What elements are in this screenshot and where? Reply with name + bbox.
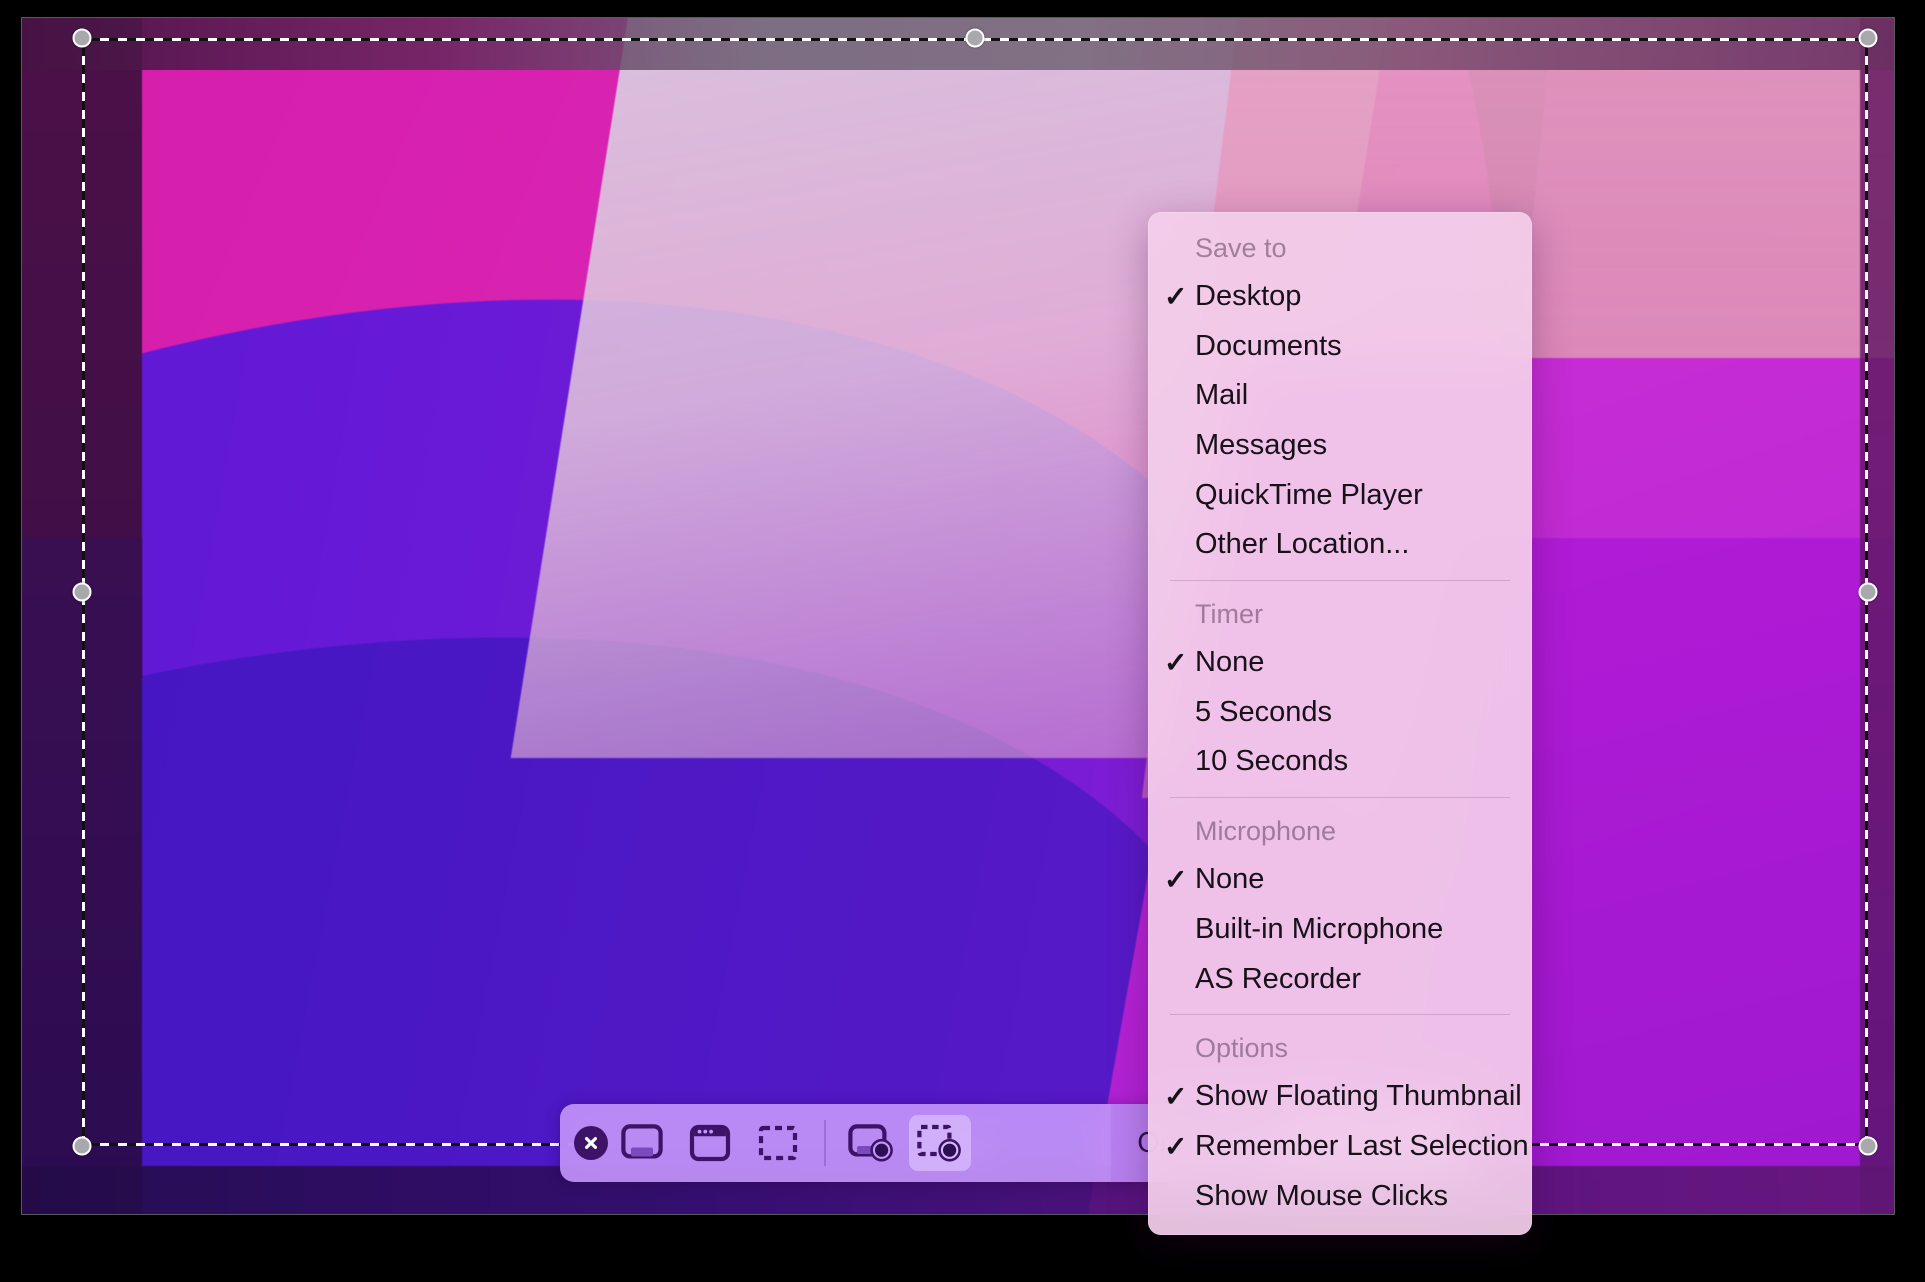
checkmark-icon: ✓ bbox=[1164, 280, 1188, 312]
menu-item-label: Messages bbox=[1195, 429, 1328, 462]
menu-item-label: 10 Seconds bbox=[1195, 745, 1349, 778]
wallpaper-top-strip bbox=[22, 18, 1894, 70]
menu-item[interactable]: ✓ Remember Last Selection bbox=[1148, 1122, 1532, 1172]
wallpaper-gutter-left-bottom bbox=[22, 538, 142, 1214]
desktop-wallpaper bbox=[22, 18, 1894, 1214]
menu-item-label: Show Mouse Clicks bbox=[1195, 1179, 1449, 1212]
menu-section-header: Options bbox=[1195, 1033, 1289, 1064]
menu-item-label: AS Recorder bbox=[1195, 962, 1362, 995]
close-icon bbox=[581, 1133, 601, 1153]
menu-item[interactable]: Messages bbox=[1148, 421, 1532, 471]
captured-display bbox=[22, 18, 1894, 1214]
menu-item[interactable]: Show Mouse Clicks bbox=[1148, 1172, 1532, 1222]
menu-item-label: Show Floating Thumbnail bbox=[1195, 1080, 1522, 1113]
checkmark-icon: ✓ bbox=[1164, 646, 1188, 678]
menu-item-label: Other Location... bbox=[1195, 528, 1410, 561]
menu-item[interactable]: 5 Seconds bbox=[1148, 688, 1532, 738]
checkmark-icon: ✓ bbox=[1164, 863, 1188, 895]
menu-item-label: Mail bbox=[1195, 379, 1249, 412]
menu-item[interactable]: Documents bbox=[1148, 322, 1532, 372]
menu-item-label: None bbox=[1195, 863, 1265, 896]
selection-dashed-icon bbox=[757, 1124, 799, 1162]
record-entire-screen-button[interactable] bbox=[841, 1115, 903, 1171]
menu-separator bbox=[1170, 579, 1510, 581]
menu-item-label: Built-in Microphone bbox=[1195, 912, 1444, 945]
capture-selected-window-button[interactable] bbox=[679, 1115, 741, 1171]
menu-item-label: Remember Last Selection bbox=[1195, 1130, 1529, 1163]
window-icon bbox=[689, 1124, 731, 1162]
menu-section-header: Save to bbox=[1195, 233, 1287, 263]
menu-item[interactable]: ✓ None bbox=[1148, 638, 1532, 688]
options-dropdown-menu: Save to ✓ Desktop Documents Mail Messages Quic… bbox=[1148, 212, 1532, 1236]
menu-item-label: Desktop bbox=[1195, 280, 1302, 313]
menu-item-label: QuickTime Player bbox=[1195, 478, 1423, 511]
menu-item[interactable]: Mail bbox=[1148, 371, 1532, 421]
menu-item-label: None bbox=[1195, 646, 1265, 679]
menu-item[interactable]: AS Recorder bbox=[1148, 955, 1532, 1005]
record-selection-icon bbox=[916, 1123, 964, 1163]
record-selected-portion-button[interactable] bbox=[908, 1115, 971, 1171]
record-screen-icon bbox=[847, 1123, 896, 1163]
checkmark-icon: ✓ bbox=[1164, 1130, 1188, 1162]
menu-section-header: Timer bbox=[1195, 598, 1263, 629]
capture-entire-screen-button[interactable] bbox=[611, 1115, 673, 1171]
menu-separator bbox=[1170, 1014, 1510, 1016]
menu-item[interactable]: ✓ Desktop bbox=[1148, 272, 1532, 322]
menu-section-header: Microphone bbox=[1195, 816, 1337, 847]
menu-item[interactable]: 10 Seconds bbox=[1148, 737, 1532, 787]
menu-item[interactable]: ✓ None bbox=[1148, 855, 1532, 905]
menu-item[interactable]: ✓ Show Floating Thumbnail bbox=[1148, 1072, 1532, 1122]
close-button[interactable] bbox=[574, 1126, 608, 1160]
menu-item[interactable]: QuickTime Player bbox=[1148, 471, 1532, 521]
entire-screen-icon bbox=[621, 1124, 663, 1162]
wallpaper-gutter-right bbox=[1860, 18, 1894, 1214]
menu-item[interactable]: Other Location... bbox=[1148, 520, 1532, 570]
menu-item[interactable]: Built-in Microphone bbox=[1148, 905, 1532, 955]
menu-separator bbox=[1170, 797, 1510, 799]
toolbar-divider bbox=[824, 1120, 826, 1166]
menu-item-label: Documents bbox=[1195, 329, 1342, 362]
menu-item-label: 5 Seconds bbox=[1195, 695, 1333, 728]
screenshot-root: Options Record Save to✓DesktopDocumentsM… bbox=[0, 0, 1925, 1282]
checkmark-icon: ✓ bbox=[1164, 1081, 1188, 1113]
capture-selected-portion-button[interactable] bbox=[747, 1115, 809, 1171]
